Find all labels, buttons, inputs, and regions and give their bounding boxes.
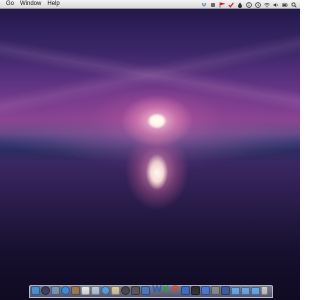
dvd-icon[interactable] [121, 286, 130, 295]
desktop-wallpaper: Go Window Help W X P [0, 0, 300, 300]
mail-icon[interactable] [51, 286, 60, 295]
flag-icon[interactable] [219, 1, 225, 8]
photo-icon[interactable] [111, 286, 120, 295]
terminal-icon[interactable] [191, 286, 200, 295]
menu-window[interactable]: Window [20, 0, 41, 9]
preview-icon[interactable] [91, 286, 100, 295]
finder-icon[interactable] [31, 286, 40, 295]
downloads-folder-icon[interactable] [231, 287, 240, 295]
documents-folder-icon[interactable] [241, 287, 250, 295]
volume-icon[interactable] [273, 2, 279, 8]
powerpoint-icon[interactable]: P [172, 285, 179, 295]
menu-help[interactable]: Help [47, 0, 59, 9]
trash-icon[interactable] [261, 286, 268, 295]
app-store-icon[interactable] [141, 286, 150, 295]
activity-icon[interactable] [221, 286, 230, 295]
dropbox-icon[interactable] [201, 2, 207, 8]
info-icon[interactable] [246, 1, 252, 8]
network-icon[interactable] [181, 286, 190, 295]
facetime-icon[interactable] [131, 286, 140, 295]
app-status-icon[interactable] [210, 2, 216, 8]
safari-icon[interactable] [61, 286, 70, 295]
excel-icon[interactable]: X [162, 285, 169, 295]
menu-bar-status-area [198, 0, 297, 9]
menu-go[interactable]: Go [6, 0, 14, 9]
time-machine-icon[interactable] [255, 1, 261, 8]
battery-icon[interactable] [282, 2, 288, 8]
calendar-icon[interactable] [81, 286, 90, 295]
applications-folder-icon[interactable] [251, 287, 260, 295]
xcode-icon[interactable] [201, 286, 210, 295]
itunes-icon[interactable] [101, 286, 110, 295]
system-preferences-icon[interactable] [211, 286, 220, 295]
dock-icons: WXP [31, 285, 271, 296]
wifi-icon[interactable] [264, 2, 270, 8]
search-icon[interactable] [291, 2, 297, 8]
contacts-icon[interactable] [71, 286, 80, 295]
dashboard-icon[interactable] [41, 286, 50, 295]
drop-icon[interactable] [237, 2, 243, 8]
word-icon[interactable]: W [152, 285, 162, 295]
wallpaper-sun-glow [0, 0, 300, 150]
checkmark-icon[interactable] [228, 2, 234, 8]
menu-bar: Go Window Help [0, 0, 300, 9]
